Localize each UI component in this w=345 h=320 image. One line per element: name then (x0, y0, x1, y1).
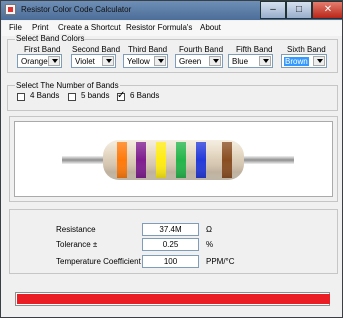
first-band-label: First Band (24, 45, 61, 54)
sixth-band-select[interactable]: Brown (281, 54, 327, 68)
maximize-button[interactable]: □ (286, 1, 312, 19)
close-button[interactable]: ✕ (312, 1, 342, 19)
chevron-down-icon[interactable] (48, 56, 60, 66)
temp-coefficient-label: Temperature Coefficient (56, 257, 141, 266)
window-title: Resistor Color Code Calculator (21, 5, 132, 14)
six-bands-label: 6 Bands (130, 91, 160, 100)
sixth-band-label: Sixth Band (287, 45, 326, 54)
fourth-band-value: Green (179, 57, 202, 66)
chevron-down-icon[interactable] (209, 56, 221, 66)
title-bar[interactable]: Resistor Color Code Calculator – □ ✕ (1, 1, 342, 20)
number-of-bands-title: Select The Number of Bands (15, 81, 120, 90)
five-bands-checkbox[interactable] (68, 93, 76, 101)
chevron-down-icon[interactable] (259, 56, 271, 66)
second-band-value: Violet (75, 57, 95, 66)
first-band-value: Orange (21, 57, 48, 66)
minimize-button[interactable]: – (260, 1, 286, 19)
tolerance-label: Tolerance ± (56, 240, 98, 249)
menu-resistor-formulas[interactable]: Resistor Formula's (126, 23, 192, 32)
five-bands-label: 5 bands (81, 91, 110, 100)
six-bands-checkbox[interactable] (117, 90, 125, 101)
resistor-shading (103, 140, 244, 180)
resistance-field[interactable]: 37.4M (142, 223, 199, 236)
menu-file[interactable]: File (9, 23, 22, 32)
band-colors-title: Select Band Colors (15, 34, 86, 43)
temp-coefficient-unit: PPM/°C (206, 257, 235, 266)
fourth-band-select[interactable]: Green (175, 54, 223, 68)
fifth-band-value: Blue (232, 57, 249, 66)
first-band-select[interactable]: Orange (17, 54, 62, 68)
menu-create-shortcut[interactable]: Create a Shortcut (58, 23, 121, 32)
status-progress-bar (15, 292, 330, 306)
progress-fill (17, 294, 330, 304)
four-bands-checkbox[interactable] (17, 93, 25, 101)
resistance-label: Resistance (56, 225, 96, 234)
second-band-select[interactable]: Violet (71, 54, 116, 68)
third-band-label: Third Band (128, 45, 168, 54)
sixth-band-value: Brown (284, 57, 309, 66)
menu-print[interactable]: Print (32, 23, 48, 32)
fourth-band-label: Fourth Band (179, 45, 224, 54)
resistance-unit: Ω (206, 225, 212, 234)
calculator-window: Resistor Color Code Calculator – □ ✕ Fil… (0, 0, 343, 318)
third-band-value: Yellow (127, 57, 150, 66)
tolerance-unit: % (206, 240, 214, 249)
menu-about[interactable]: About (200, 23, 221, 32)
chevron-down-icon[interactable] (154, 56, 166, 66)
four-bands-label: 4 Bands (30, 91, 60, 100)
fifth-band-label: Fifth Band (236, 45, 273, 54)
temp-coefficient-field[interactable]: 100 (142, 255, 199, 268)
third-band-select[interactable]: Yellow (123, 54, 168, 68)
app-icon (5, 4, 16, 15)
chevron-down-icon[interactable] (102, 56, 114, 66)
tolerance-field[interactable]: 0.25 (142, 238, 199, 251)
resistor-panel (9, 116, 338, 202)
chevron-down-icon[interactable] (313, 56, 325, 66)
resistor-image (62, 140, 294, 180)
fifth-band-select[interactable]: Blue (228, 54, 273, 68)
resistor-display (14, 121, 333, 197)
second-band-label: Second Band (72, 45, 121, 54)
